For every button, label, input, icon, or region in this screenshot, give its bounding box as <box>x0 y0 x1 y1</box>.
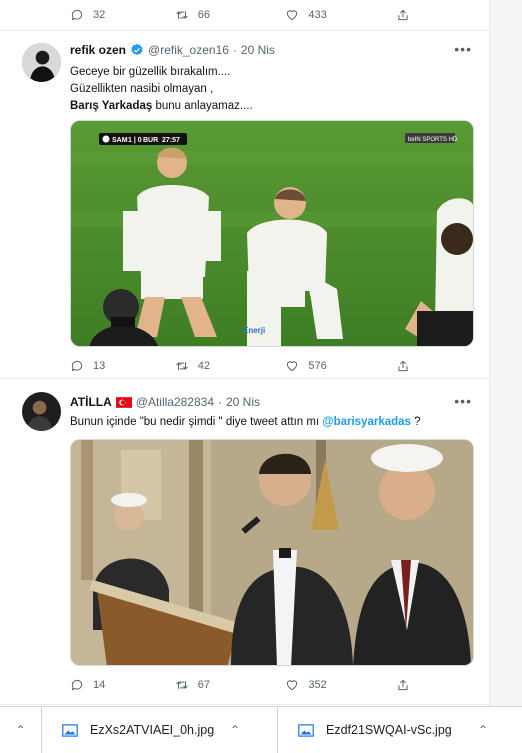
image-file-icon <box>62 723 78 737</box>
reply-count: 13 <box>93 360 106 372</box>
like-count: 433 <box>308 9 327 21</box>
mention-link[interactable]: @barisyarkadas <box>322 416 411 428</box>
turkish-flag-icon <box>115 396 132 408</box>
reply-button[interactable]: 14 <box>70 678 175 692</box>
scoreboard-time: 27:57 <box>162 137 180 144</box>
timeline: 32 66 433 refik ozen @refik_ozen16 · 20 … <box>0 0 490 706</box>
scoreboard-home: SAM <box>112 137 128 144</box>
tweet-header: ATİLLA @Atilla282834 · 20 Nis <box>70 395 260 409</box>
reply-icon <box>71 360 83 372</box>
retweet-button[interactable]: 42 <box>175 359 286 373</box>
page-gutter <box>490 0 522 706</box>
bold-text: Barış Yarkadaş <box>70 100 153 112</box>
tweet-header: refik ozen @refik_ozen16 · 20 Nis <box>70 43 275 57</box>
download-item[interactable]: Ezdf21SWQAI-vSc.jpg ⌃ <box>278 707 522 753</box>
download-item-partial[interactable]: ⌃ <box>0 707 42 753</box>
handle[interactable]: @Atilla282834 <box>136 395 214 409</box>
separator: · <box>232 43 237 57</box>
reply-count: 32 <box>93 9 106 21</box>
download-filename: EzXs2ATVIAEI_0h.jpg <box>90 723 215 737</box>
like-button[interactable]: 433 <box>285 8 396 22</box>
tweet-media-image[interactable]: SAM 1 | 0 BUR 27:57 beIN SPORTS HD Enerj… <box>70 120 474 347</box>
tweet-text-before: Bunun içinde "bu nedir şimdi " diye twee… <box>70 416 323 428</box>
share-button[interactable] <box>396 678 410 692</box>
avatar-photo <box>22 43 61 82</box>
tweet-line: Barış Yarkadaş bunu anlayamaz.... <box>70 98 253 115</box>
avatar[interactable] <box>22 392 61 431</box>
tweet-media-image[interactable] <box>70 439 474 666</box>
display-name[interactable]: ATİLLA <box>70 395 112 409</box>
avatar[interactable] <box>22 43 61 82</box>
share-button[interactable] <box>396 359 410 373</box>
handle[interactable]: @refik_ozen16 <box>148 43 229 57</box>
channel-logo: beIN SPORTS HD <box>408 137 458 143</box>
retweet-icon <box>175 11 188 19</box>
reply-button[interactable]: 32 <box>70 8 175 22</box>
scoreboard-score: 1 | 0 <box>128 137 142 144</box>
retweet-count: 67 <box>197 679 210 691</box>
share-button[interactable] <box>396 8 410 22</box>
tweet-action-bar: 32 66 433 <box>70 1 410 29</box>
retweet-count: 42 <box>197 360 210 372</box>
tweet-action-bar: 14 67 352 <box>70 671 410 699</box>
share-icon <box>398 9 408 21</box>
share-icon <box>398 360 408 372</box>
like-count: 352 <box>308 679 327 691</box>
image-file-icon <box>298 723 314 737</box>
verified-badge-icon <box>131 43 143 56</box>
retweet-icon <box>175 681 188 689</box>
tweet-text: Bunun içinde "bu nedir şimdi " diye twee… <box>70 414 421 431</box>
tweet-line: Geceye bir güzellik bırakalım.... <box>70 66 231 78</box>
shorts-sponsor: Enerji <box>243 326 265 335</box>
reply-icon <box>71 679 83 691</box>
timestamp[interactable]: 20 Nis <box>241 43 275 57</box>
heart-icon <box>287 361 298 372</box>
reply-button[interactable]: 13 <box>70 359 175 373</box>
scoreboard-away: BUR <box>143 137 158 144</box>
retweet-button[interactable]: 67 <box>175 678 286 692</box>
more-options-icon[interactable]: ••• <box>454 41 472 57</box>
tweet[interactable]: refik ozen @refik_ozen16 · 20 Nis ••• Ge… <box>0 31 489 380</box>
tweet-text: Geceye bir güzellik bırakalım.... Güzell… <box>70 64 253 115</box>
chevron-up-icon[interactable]: ⌃ <box>15 723 25 737</box>
avatar-photo <box>22 392 61 431</box>
tweet-line: Güzellikten nasibi olmayan , <box>70 83 214 95</box>
mosque-photo <box>71 440 473 665</box>
tweet[interactable]: ATİLLA @Atilla282834 · 20 Nis ••• Bunun … <box>0 379 489 705</box>
tweet-text-after: ? <box>410 416 421 428</box>
tweet-line-rest: bunu anlayamaz.... <box>152 100 253 112</box>
download-filename: Ezdf21SWQAI-vSc.jpg <box>326 723 452 737</box>
download-item[interactable]: EzXs2ATVIAEI_0h.jpg ⌃ <box>42 707 278 753</box>
display-name[interactable]: refik ozen <box>70 43 126 57</box>
like-button[interactable]: 352 <box>285 678 396 692</box>
download-bar: ⌃ EzXs2ATVIAEI_0h.jpg ⌃ Ezdf21SWQAI-vSc.… <box>0 706 522 753</box>
tweet-action-bar: 13 42 576 <box>70 352 410 380</box>
retweet-icon <box>175 362 188 370</box>
like-button[interactable]: 576 <box>285 359 396 373</box>
reply-count: 14 <box>93 679 106 691</box>
timestamp[interactable]: 20 Nis <box>226 395 260 409</box>
share-icon <box>398 679 408 691</box>
football-photo: SAM 1 | 0 BUR 27:57 beIN SPORTS HD Enerj… <box>71 121 473 346</box>
reply-icon <box>71 9 83 21</box>
chevron-up-icon[interactable]: ⌃ <box>230 723 240 737</box>
chevron-up-icon[interactable]: ⌃ <box>478 723 488 737</box>
more-options-icon[interactable]: ••• <box>454 393 472 409</box>
like-count: 576 <box>308 360 327 372</box>
heart-icon <box>287 10 298 21</box>
retweet-count: 66 <box>197 9 210 21</box>
heart-icon <box>287 680 298 691</box>
retweet-button[interactable]: 66 <box>175 8 286 22</box>
separator: · <box>218 395 222 409</box>
